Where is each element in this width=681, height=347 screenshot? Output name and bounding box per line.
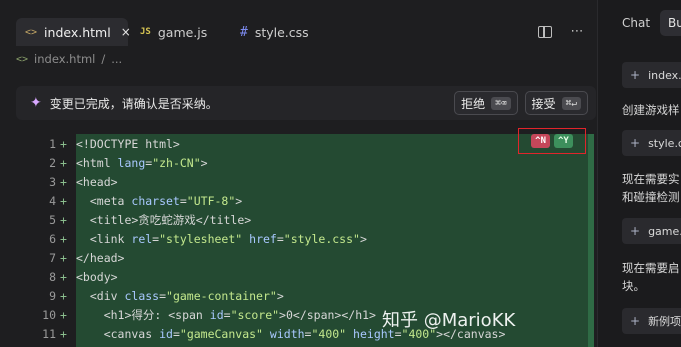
watermark-brand: 知乎 @MarioKK — [382, 310, 516, 331]
file-chip-more[interactable]: + 新例项 — [622, 308, 681, 334]
code-text: <body> — [76, 269, 118, 284]
banner-text: 变更已完成，请确认是否采纳。 — [49, 96, 218, 111]
tab-style-css[interactable]: # style.css — [240, 18, 309, 46]
html-file-icon: <> — [25, 26, 38, 38]
code-text: <html lang="zh-CN"> — [76, 155, 208, 170]
code-line[interactable]: 6 + <link rel="stylesheet" href="style.cs… — [0, 229, 597, 248]
line-number: 9 — [49, 288, 56, 303]
file-chip-label: index. — [648, 68, 681, 82]
plus-icon: + — [630, 314, 641, 328]
code-text: <title>贪吃蛇游戏</title> — [76, 212, 252, 227]
js-file-icon: JS — [140, 27, 151, 37]
reject-button[interactable]: 拒绝 ⌘⌫ — [454, 91, 518, 115]
tab-game-js[interactable]: JS game.js — [140, 18, 207, 46]
chat-message: 现在需要实 — [622, 172, 680, 186]
css-file-icon: # — [240, 24, 248, 40]
line-number: 10 — [42, 307, 56, 322]
more-icon[interactable]: ⋯ — [570, 24, 584, 42]
diff-added-marker: + — [60, 155, 67, 170]
code-text: <!DOCTYPE html> — [76, 136, 180, 151]
tab-chat[interactable]: Chat — [622, 16, 650, 30]
code-text: <link rel="stylesheet" href="style.css"> — [76, 231, 367, 246]
diff-added-marker: + — [60, 250, 67, 265]
plus-icon: + — [630, 136, 641, 150]
line-number: 3 — [49, 174, 56, 189]
file-chip-label: 新例项 — [648, 315, 681, 328]
breadcrumb-more[interactable]: ... — [111, 52, 122, 66]
plus-icon: + — [630, 68, 641, 82]
close-icon[interactable]: × — [121, 25, 131, 39]
html-file-icon: <> — [16, 53, 29, 65]
file-chip-label: game. — [648, 224, 681, 238]
tab-bar: <> index.html × JS game.js # style.css ⋯ — [0, 10, 597, 46]
line-number: 5 — [49, 212, 56, 227]
file-chip-index[interactable]: + index. — [622, 62, 681, 88]
tab-actions: ⋯ — [538, 24, 584, 42]
breadcrumb: <> index.html / ... — [16, 52, 122, 66]
plus-icon: + — [630, 224, 641, 238]
split-editor-icon[interactable] — [538, 24, 552, 42]
reject-label: 拒绝 — [461, 96, 486, 111]
diff-added-marker: + — [60, 136, 67, 151]
code-text: <head> — [76, 174, 118, 189]
line-number: 8 — [49, 269, 56, 284]
code-line[interactable]: 9 + <div class="game-container"> — [0, 286, 597, 305]
chat-message: 和碰撞检测 — [622, 190, 680, 204]
line-number: 2 — [49, 155, 56, 170]
line-number: 7 — [49, 250, 56, 265]
chat-pane: Chat Bu + index. 创建游戏样 + style.c 现在需要实 和… — [598, 0, 681, 347]
tab-label: style.css — [254, 24, 309, 40]
line-number: 6 — [49, 231, 56, 246]
line-number: 4 — [49, 193, 56, 208]
chat-message: 创建游戏样 — [622, 103, 680, 117]
diff-added-marker: + — [60, 193, 67, 208]
inline-accept-button[interactable]: ^Y — [554, 134, 573, 148]
code-line[interactable]: 5 + <title>贪吃蛇游戏</title> — [0, 210, 597, 229]
code-line[interactable]: 1 + <!DOCTYPE html> — [0, 134, 597, 153]
file-chip-style[interactable]: + style.c — [622, 130, 681, 156]
code-text: </head> — [76, 250, 125, 265]
diff-added-marker: + — [60, 288, 67, 303]
accept-label: 接受 — [531, 96, 556, 111]
diff-added-marker: + — [60, 212, 67, 227]
tab-label: game.js — [157, 24, 208, 40]
editor-pane: <> index.html × JS game.js # style.css ⋯… — [0, 0, 598, 347]
sparkle-icon: ✦ — [30, 95, 42, 111]
inline-diff-actions: ^N ^Y — [518, 128, 586, 154]
line-number: 11 — [42, 326, 56, 341]
tab-label: index.html — [44, 24, 111, 40]
code-text: <div class="game-container"> — [76, 288, 284, 303]
watermark: 知乎 @MarioKK — [382, 306, 515, 332]
code-line[interactable]: 2 + <html lang="zh-CN"> — [0, 153, 597, 172]
file-chip-game[interactable]: + game. — [622, 218, 681, 244]
line-number: 1 — [49, 136, 56, 151]
code-text: <meta charset="UTF-8"> — [76, 193, 243, 208]
diff-added-marker: + — [60, 174, 67, 189]
reject-shortcut: ⌘⌫ — [491, 96, 511, 110]
tab-index-html[interactable]: <> index.html × — [16, 18, 131, 46]
diff-added-marker: + — [60, 307, 67, 322]
code-line[interactable]: 4 + <meta charset="UTF-8"> — [0, 191, 597, 210]
diff-added-marker: + — [60, 231, 67, 246]
code-text: <h1>得分: <span id="score">0</span></h1> — [76, 307, 376, 322]
accept-shortcut: ⌘↵ — [561, 96, 581, 110]
inline-reject-button[interactable]: ^N — [531, 134, 550, 148]
accept-button[interactable]: 接受 ⌘↵ — [524, 91, 588, 115]
chat-message: 块。 — [622, 279, 645, 293]
file-chip-label: style.c — [648, 136, 681, 150]
code-line[interactable]: 8 + <body> — [0, 267, 597, 286]
diff-added-marker: + — [60, 269, 67, 284]
tab-builder[interactable]: Bu — [660, 10, 681, 36]
breadcrumb-file[interactable]: index.html — [34, 52, 95, 66]
code-line[interactable]: 7 + </head> — [0, 248, 597, 267]
breadcrumb-separator: / — [101, 52, 106, 66]
change-review-banner: ✦ 变更已完成，请确认是否采纳。 拒绝 ⌘⌫ 接受 ⌘↵ — [16, 86, 596, 120]
diff-added-marker: + — [60, 326, 67, 341]
chat-message: 现在需要启 — [622, 261, 680, 275]
code-line[interactable]: 3 + <head> — [0, 172, 597, 191]
